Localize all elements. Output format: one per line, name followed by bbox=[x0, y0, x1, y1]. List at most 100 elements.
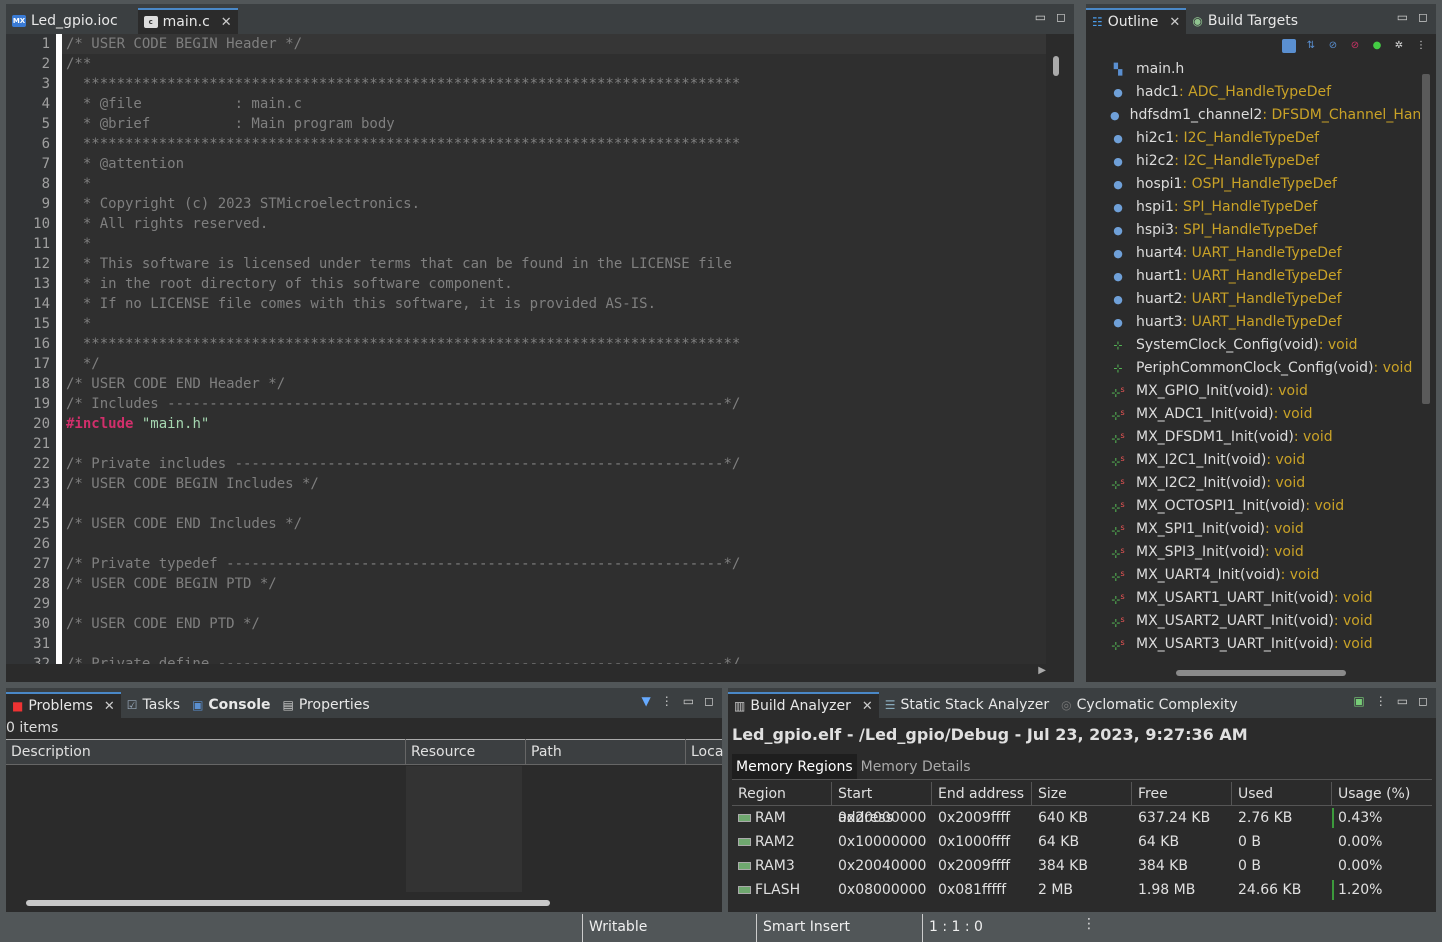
hide-nonpublic-icon[interactable]: ● bbox=[1370, 39, 1384, 53]
outline-item[interactable]: ⊹s MX_USART1_UART_Init(void) : void bbox=[1086, 587, 1420, 610]
tab-main-c[interactable]: c main.c ✕ bbox=[137, 8, 238, 34]
close-icon[interactable]: ✕ bbox=[104, 699, 115, 714]
memory-row[interactable]: RAM3 0x20040000 0x2009ffff 384 KB 384 KB 0 B 0… bbox=[732, 854, 1432, 878]
view-menu-icon[interactable]: ⋮ bbox=[661, 694, 673, 708]
outline-item[interactable]: ⊹s MX_USART3_UART_Init(void) : void bbox=[1086, 633, 1420, 656]
column-resource[interactable]: Resource bbox=[406, 739, 526, 765]
maximize-icon[interactable]: ◻ bbox=[704, 694, 714, 708]
outline-item[interactable]: ⊹ PeriphCommonClock_Config(void) : void bbox=[1086, 357, 1420, 380]
outline-item-name: hospi1 bbox=[1136, 176, 1183, 192]
memory-row[interactable]: RAM2 0x10000000 0x1000ffff 64 KB 64 KB 0 B 0.0… bbox=[732, 830, 1432, 854]
outline-item[interactable]: ▚ main.h bbox=[1086, 58, 1420, 81]
minimize-icon[interactable]: ▭ bbox=[1397, 694, 1408, 708]
outline-hscrollbar[interactable] bbox=[1176, 670, 1346, 676]
stack-icon: ☰ bbox=[884, 698, 896, 712]
view-menu-icon[interactable]: ⋮ bbox=[1375, 694, 1387, 708]
usage-value: 0.43% bbox=[1338, 810, 1383, 826]
tab-led-gpio-ioc[interactable]: MX Led_gpio.ioc bbox=[6, 8, 124, 34]
close-icon[interactable]: ✕ bbox=[221, 15, 232, 30]
outline-item[interactable]: ⊹s MX_DFSDM1_Init(void) : void bbox=[1086, 426, 1420, 449]
outline-item[interactable]: ⊹s MX_I2C2_Init(void) : void bbox=[1086, 472, 1420, 495]
status-menu-icon[interactable]: ⋮ bbox=[1082, 916, 1096, 932]
maximize-icon[interactable]: ◻ bbox=[1418, 694, 1428, 708]
memory-row[interactable]: RAM 0x20000000 0x2009ffff 640 KB 637.24 KB 2.… bbox=[732, 806, 1432, 830]
tab-outline[interactable]: ☷ Outline ✕ bbox=[1086, 8, 1187, 34]
tab-tasks[interactable]: ☑ Tasks bbox=[121, 692, 186, 718]
collapse-all-icon[interactable] bbox=[1282, 39, 1296, 53]
memory-row[interactable]: FLASH 0x08000000 0x081fffff 2 MB 1.98 MB 24.6… bbox=[732, 878, 1432, 902]
scrollbar-thumb[interactable] bbox=[1053, 56, 1059, 76]
line-number: 11 bbox=[33, 236, 50, 252]
tab-cyclomatic-complexity[interactable]: ◎ Cyclomatic Complexity bbox=[1055, 692, 1244, 718]
close-icon[interactable]: ✕ bbox=[862, 699, 873, 714]
horizontal-scrollbar[interactable]: ▶ bbox=[56, 664, 1046, 680]
minimize-icon[interactable]: ▭ bbox=[1035, 10, 1046, 24]
tab-memory-regions[interactable]: Memory Regions bbox=[732, 754, 857, 779]
code-line: * This software is licensed under terms … bbox=[66, 256, 732, 272]
column-path[interactable]: Path bbox=[526, 739, 686, 765]
close-icon[interactable]: ✕ bbox=[1169, 15, 1180, 30]
refresh-icon[interactable]: ▣ bbox=[1353, 694, 1364, 708]
outline-item[interactable]: ⊹s MX_GPIO_Init(void) : void bbox=[1086, 380, 1420, 403]
column-location[interactable]: Loca bbox=[686, 739, 723, 765]
tab-problems[interactable]: ■ Problems ✕ bbox=[6, 692, 121, 718]
outline-item[interactable]: ● hi2c2 : I2C_HandleTypeDef bbox=[1086, 150, 1420, 173]
problems-hscrollbar[interactable] bbox=[26, 900, 550, 906]
column-start-address[interactable]: Start address bbox=[832, 782, 932, 826]
outline-item[interactable]: ⊹s MX_ADC1_Init(void) : void bbox=[1086, 403, 1420, 426]
tab-properties[interactable]: ▤ Properties bbox=[277, 692, 376, 718]
outline-item[interactable]: ⊹s MX_UART4_Init(void) : void bbox=[1086, 564, 1420, 587]
scroll-right-icon[interactable]: ▶ bbox=[1038, 665, 1046, 676]
outline-item[interactable]: ● hi2c1 : I2C_HandleTypeDef bbox=[1086, 127, 1420, 150]
outline-item-name: hdfsdm1_channel2 bbox=[1129, 107, 1263, 123]
outline-item[interactable]: ● huart4 : UART_HandleTypeDef bbox=[1086, 242, 1420, 265]
outline-item[interactable]: ⊹s MX_I2C1_Init(void) : void bbox=[1086, 449, 1420, 472]
outline-item[interactable]: ⊹s MX_USART2_UART_Init(void) : void bbox=[1086, 610, 1420, 633]
outline-item[interactable]: ● huart1 : UART_HandleTypeDef bbox=[1086, 265, 1420, 288]
column-region[interactable]: Region bbox=[732, 782, 832, 805]
hide-macros-icon[interactable]: ✲ bbox=[1392, 39, 1406, 53]
hide-fields-icon[interactable]: ⊘ bbox=[1326, 39, 1340, 53]
column-size[interactable]: Size bbox=[1032, 782, 1132, 805]
outline-item[interactable]: ● huart3 : UART_HandleTypeDef bbox=[1086, 311, 1420, 334]
filter-icon[interactable]: ▼ bbox=[641, 694, 650, 708]
column-free[interactable]: Free bbox=[1132, 782, 1232, 805]
view-menu-icon[interactable]: ⋮ bbox=[1414, 39, 1428, 53]
end-cell: 0x2009ffff bbox=[938, 858, 1011, 874]
vertical-scrollbar[interactable] bbox=[1046, 34, 1068, 664]
tab-build-analyzer[interactable]: ▥ Build Analyzer ✕ bbox=[728, 692, 879, 718]
outline-item-name: MX_I2C1_Init(void) bbox=[1136, 452, 1267, 468]
tab-console[interactable]: ▣ Console bbox=[186, 692, 276, 718]
outline-item-type: : UART_HandleTypeDef bbox=[1182, 245, 1342, 261]
minimize-icon[interactable]: ▭ bbox=[1397, 10, 1408, 24]
code-line: /* USER CODE BEGIN Header */ bbox=[62, 34, 1046, 54]
outline-item[interactable]: ● hospi1 : OSPI_HandleTypeDef bbox=[1086, 173, 1420, 196]
outline-scrollbar[interactable] bbox=[1422, 74, 1430, 404]
outline-item[interactable]: ● huart2 : UART_HandleTypeDef bbox=[1086, 288, 1420, 311]
outline-item[interactable]: ● hadc1 : ADC_HandleTypeDef bbox=[1086, 81, 1420, 104]
sort-icon[interactable]: ⇅ bbox=[1304, 39, 1318, 53]
column-used[interactable]: Used bbox=[1232, 782, 1332, 805]
code-line: /* USER CODE BEGIN PTD */ bbox=[66, 576, 277, 592]
outline-item[interactable]: ⊹s MX_OCTOSPI1_Init(void) : void bbox=[1086, 495, 1420, 518]
outline-item[interactable]: ⊹s MX_SPI3_Init(void) : void bbox=[1086, 541, 1420, 564]
hide-static-icon[interactable]: ⊘ bbox=[1348, 39, 1362, 53]
outline-item[interactable]: ● hspi3 : SPI_HandleTypeDef bbox=[1086, 219, 1420, 242]
variable-icon: ● bbox=[1113, 86, 1123, 99]
tab-build-targets[interactable]: ◉ Build Targets bbox=[1186, 8, 1304, 34]
outline-item[interactable]: ● hdfsdm1_channel2 : DFSDM_Channel_Handle… bbox=[1086, 104, 1420, 127]
column-usage[interactable]: Usage (%) bbox=[1332, 782, 1432, 805]
code-area[interactable]: /* USER CODE BEGIN Header *//** ********… bbox=[56, 34, 1046, 664]
outline-item-type: : void bbox=[1305, 498, 1345, 514]
tab-memory-details[interactable]: Memory Details bbox=[857, 754, 975, 779]
outline-item[interactable]: ⊹ SystemClock_Config(void) : void bbox=[1086, 334, 1420, 357]
minimize-icon[interactable]: ▭ bbox=[683, 694, 694, 708]
outline-item[interactable]: ● hspi1 : SPI_HandleTypeDef bbox=[1086, 196, 1420, 219]
tab-static-stack-analyzer[interactable]: ☰ Static Stack Analyzer bbox=[879, 692, 1055, 718]
outline-item[interactable]: ⊹s MX_SPI1_Init(void) : void bbox=[1086, 518, 1420, 541]
column-end-address[interactable]: End address bbox=[932, 782, 1032, 805]
column-description[interactable]: Description bbox=[6, 739, 406, 765]
maximize-icon[interactable]: ◻ bbox=[1056, 10, 1066, 24]
maximize-icon[interactable]: ◻ bbox=[1418, 10, 1428, 24]
